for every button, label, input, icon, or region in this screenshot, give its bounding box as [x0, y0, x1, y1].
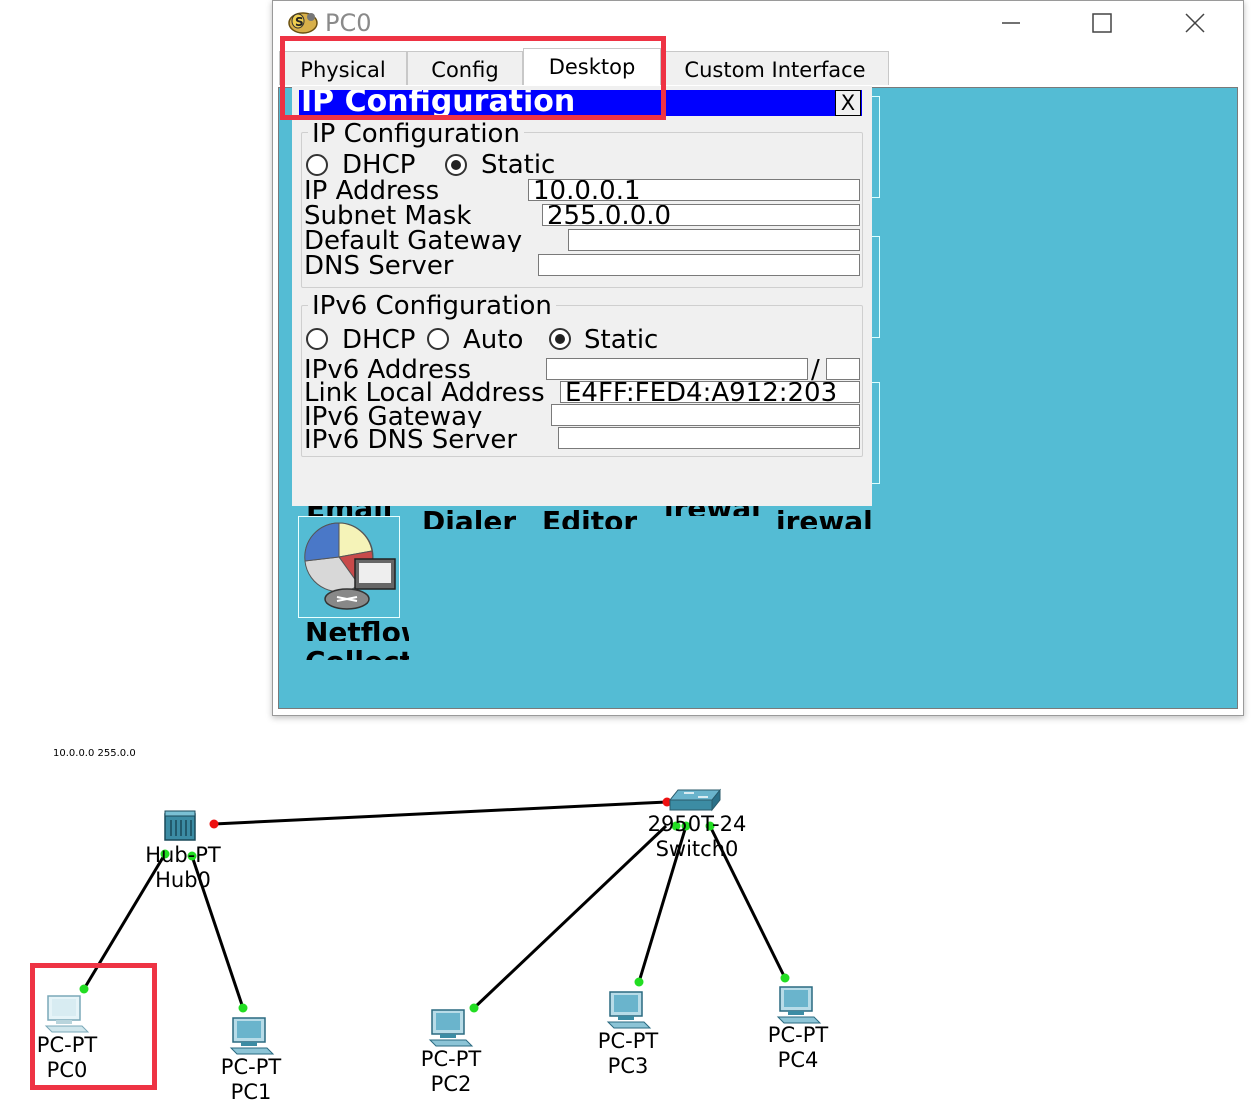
pc1-model: PC-PT [220, 1055, 282, 1079]
pc3-model: PC-PT [597, 1029, 659, 1053]
pc-icon[interactable] [428, 1008, 474, 1048]
pc-icon[interactable] [776, 985, 822, 1025]
hub0-name: Hub0 [155, 868, 211, 892]
switch0-model: 2950T-24 [647, 812, 747, 836]
port-up-light [238, 1003, 248, 1013]
pc4-label: PC-PT PC4 [761, 1023, 835, 1073]
pc2-model: PC-PT [420, 1047, 482, 1071]
pc3-name: PC3 [607, 1054, 649, 1078]
hub0-model: Hub-PT [145, 843, 221, 867]
switch-icon[interactable] [668, 786, 722, 814]
pc0-highlight-box [30, 963, 157, 1090]
switch0-label: 2950T-24 Switch0 [640, 812, 754, 862]
pc4-model: PC-PT [767, 1023, 829, 1047]
topology-links [79, 797, 790, 1013]
port-up-light [780, 973, 790, 983]
pc-icon[interactable] [606, 990, 652, 1030]
hub-icon[interactable] [163, 810, 199, 842]
pc1-label: PC-PT PC1 [214, 1055, 288, 1105]
pc-icon[interactable] [229, 1016, 275, 1056]
pc1-name: PC1 [230, 1080, 272, 1104]
pc2-label: PC-PT PC2 [414, 1047, 488, 1097]
port-up-light [634, 977, 644, 987]
link-hub0-switch0 [213, 800, 668, 826]
port-down-light [209, 819, 219, 829]
hub0-label: Hub-PT Hub0 [138, 843, 228, 893]
switch0-name: Switch0 [655, 837, 739, 861]
pc3-label: PC-PT PC3 [591, 1029, 665, 1079]
pc2-name: PC2 [430, 1072, 472, 1096]
pc4-name: PC4 [777, 1048, 819, 1072]
